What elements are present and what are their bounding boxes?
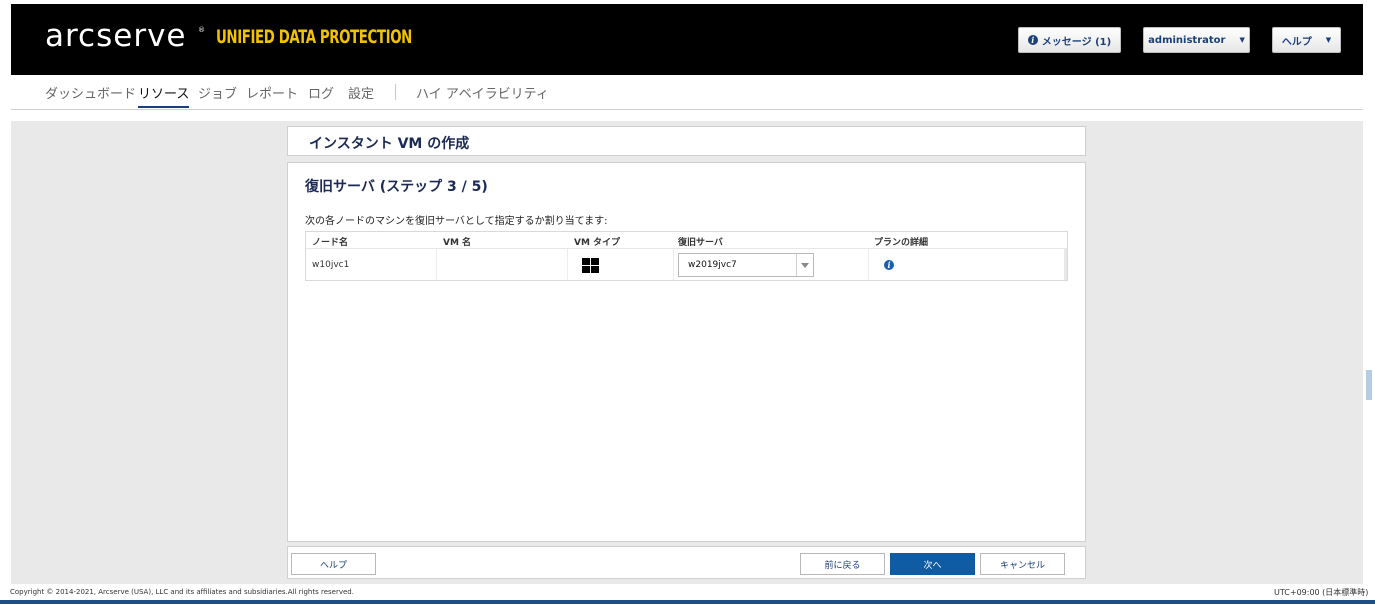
nav-separator [395, 84, 396, 100]
column-header-vm-type[interactable]: VM タイプ [574, 235, 620, 248]
product-name: UNIFIED DATA PROTECTION [216, 26, 412, 48]
cancel-button[interactable]: キャンセル [980, 553, 1065, 575]
next-button[interactable]: 次へ [890, 553, 975, 575]
help-menu-button[interactable]: ヘルプ ▼ [1272, 27, 1341, 53]
info-icon: i [1027, 35, 1038, 45]
dropdown-arrow-icon[interactable] [796, 254, 813, 276]
help-button[interactable]: ヘルプ [291, 553, 376, 575]
page-title: インスタント VM の作成 [309, 136, 470, 152]
back-button[interactable]: 前に戻る [800, 553, 885, 575]
messages-label: メッセージ (1) [1041, 36, 1112, 48]
taskbar-edge [0, 600, 1375, 604]
caret-down-icon: ▼ [1325, 36, 1332, 44]
copyright-text: Copyright © 2014-2021, Arcserve (USA), L… [10, 588, 354, 596]
nav-high-availability[interactable]: ハイ アベイラビリティ [416, 83, 549, 106]
timezone-text: UTC+09:00 (日本標準時) [1274, 588, 1369, 597]
plan-details-info-icon[interactable]: i [884, 260, 894, 270]
column-header-recovery-server[interactable]: 復旧サーバ [678, 235, 723, 248]
nav-reports[interactable]: レポート [246, 83, 298, 106]
nav-jobs[interactable]: ジョブ [198, 83, 237, 106]
recovery-server-select[interactable]: w2019jvc7 [678, 253, 814, 277]
scrollbar-thumb[interactable] [1366, 370, 1372, 400]
recovery-server-grid: ノード名 VM 名 VM タイプ 復旧サーバ プランの詳細 w10jvc1 w2… [305, 231, 1068, 281]
instruction-text: 次の各ノードのマシンを復旧サーバとして指定するか割り当てます: [305, 216, 608, 227]
column-header-plan-details[interactable]: プランの詳細 [874, 235, 928, 248]
arcserve-logo: arcserve [45, 18, 187, 54]
user-label: administrator [1148, 34, 1226, 46]
wizard-title-panel: インスタント VM の作成 [287, 126, 1086, 156]
nav-dashboard[interactable]: ダッシュボード [45, 83, 136, 106]
app-header: arcserve ® UNIFIED DATA PROTECTION i メッセ… [11, 4, 1363, 75]
node-name-cell: w10jvc1 [312, 260, 350, 270]
messages-button[interactable]: i メッセージ (1) [1018, 27, 1121, 53]
caret-down-icon: ▼ [1239, 36, 1245, 44]
windows-icon [582, 258, 599, 273]
nav-resources[interactable]: リソース [138, 83, 190, 108]
main-nav: ダッシュボード リソース ジョブ レポート ログ 設定 ハイ アベイラビリティ [11, 75, 1363, 110]
table-row[interactable]: w10jvc1 w2019jvc7 i [306, 249, 1067, 280]
wizard-step-panel: 復旧サーバ (ステップ 3 / 5) 次の各ノードのマシンを復旧サーバとして指定… [287, 162, 1086, 542]
step-title: 復旧サーバ (ステップ 3 / 5) [305, 179, 488, 195]
help-label: ヘルプ [1281, 36, 1312, 48]
wizard-footer: ヘルプ 前に戻る 次へ キャンセル [287, 546, 1086, 579]
recovery-server-value: w2019jvc7 [688, 260, 737, 270]
column-header-node[interactable]: ノード名 [312, 235, 348, 248]
logo-registered-mark: ® [198, 26, 205, 34]
nav-log[interactable]: ログ [308, 83, 334, 106]
window-right-edge [1363, 0, 1375, 604]
window-left-edge [0, 0, 11, 604]
nav-settings[interactable]: 設定 [348, 83, 374, 106]
grid-scrollbar[interactable] [1064, 249, 1067, 280]
grid-header: ノード名 VM 名 VM タイプ 復旧サーバ プランの詳細 [306, 232, 1067, 249]
column-header-vm-name[interactable]: VM 名 [443, 235, 471, 248]
user-menu-button[interactable]: administrator ▼ [1143, 27, 1250, 53]
